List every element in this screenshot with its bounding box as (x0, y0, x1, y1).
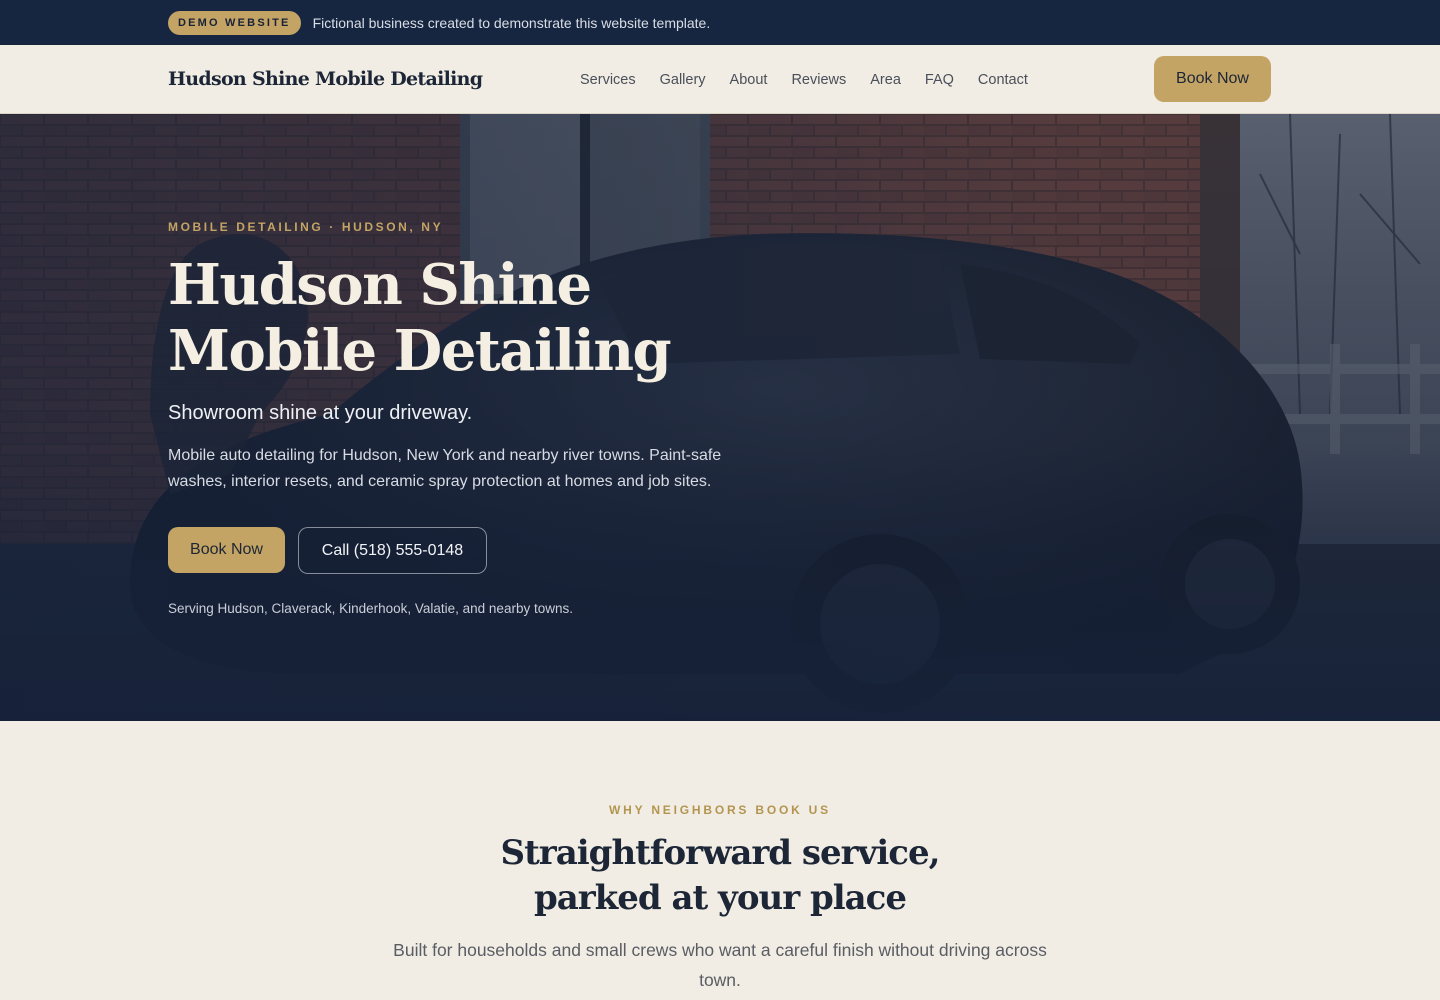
nav-gallery[interactable]: Gallery (660, 72, 706, 88)
hero-title: Hudson Shine Mobile Detailing (168, 252, 768, 384)
site-header: Hudson Shine Mobile Detailing Services G… (0, 45, 1440, 114)
why-description: Built for households and small crews who… (393, 940, 1047, 990)
why-eyebrow: WHY NEIGHBORS BOOK US (609, 803, 831, 817)
hero-subtitle: Showroom shine at your driveway. (168, 402, 473, 424)
service-area-text: Serving Hudson, Claverack, Kinderhook, V… (168, 601, 573, 616)
nav-area[interactable]: Area (870, 72, 901, 88)
hero-book-now-button[interactable]: Book Now (168, 527, 285, 573)
hero-title-line-1: Hudson Shine (168, 252, 592, 318)
brand-logo[interactable]: Hudson Shine Mobile Detailing (168, 68, 483, 90)
demo-notice-text: Fictional business created to demonstrat… (312, 14, 711, 31)
hero-cta-group: Book Now Call (518) 555-0148 (168, 527, 487, 574)
why-title-line-2: parked at your place (533, 878, 907, 918)
hero-title-line-2: Mobile Detailing (168, 318, 672, 384)
why-title: Straightforward service, parked at your … (0, 831, 1440, 921)
nav-contact[interactable]: Contact (978, 72, 1028, 88)
header-book-now-button[interactable]: Book Now (1154, 56, 1271, 102)
nav-reviews[interactable]: Reviews (791, 72, 846, 88)
hero-eyebrow: MOBILE DETAILING · HUDSON, NY (168, 220, 444, 234)
hero-call-button[interactable]: Call (518) 555-0148 (298, 527, 487, 574)
nav-about[interactable]: About (730, 72, 768, 88)
nav-faq[interactable]: FAQ (925, 72, 954, 88)
main-nav: Services Gallery About Reviews Area FAQ … (580, 45, 1028, 114)
hero-section: MOBILE DETAILING · HUDSON, NY Hudson Shi… (0, 114, 1440, 721)
why-title-line-1: Straightforward service, (500, 833, 941, 873)
nav-services[interactable]: Services (580, 72, 636, 88)
why-section: WHY NEIGHBORS BOOK US Straightforward se… (0, 721, 1440, 1000)
hero-description: Mobile auto detailing for Hudson, New Yo… (168, 447, 722, 490)
demo-banner: DEMO WEBSITE Fictional business created … (0, 0, 1440, 45)
demo-badge: DEMO WEBSITE (168, 10, 301, 35)
